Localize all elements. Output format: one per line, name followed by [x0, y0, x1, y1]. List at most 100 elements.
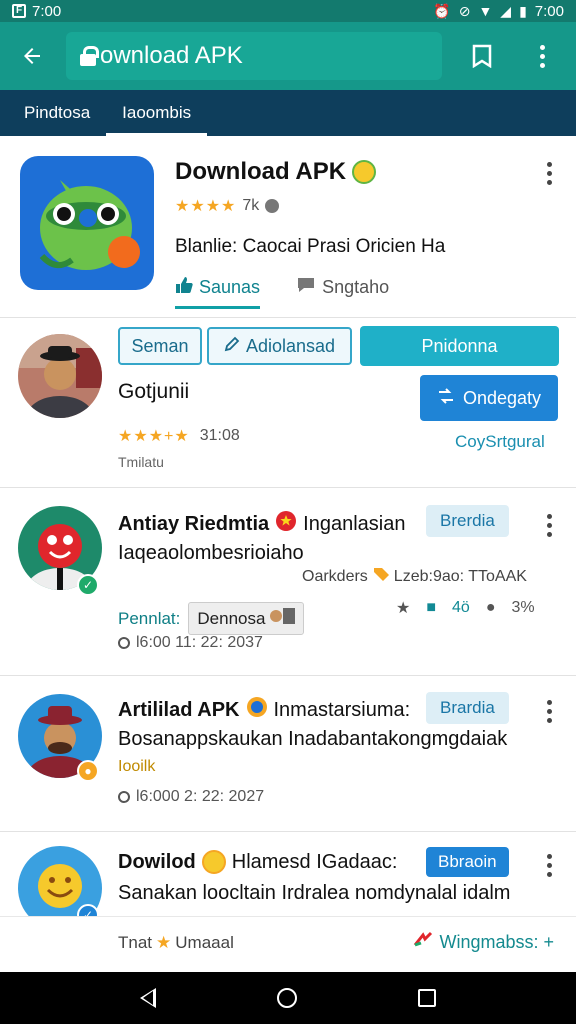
- developer-avatar[interactable]: [18, 334, 102, 418]
- review-badge-label: Brerdia: [440, 511, 495, 530]
- star-icon: ★: [156, 933, 172, 952]
- transfer-icon: [437, 387, 455, 409]
- rating-stars: ★★★★: [175, 198, 237, 215]
- download-icon: ■: [426, 599, 437, 616]
- signal-icon: ◢: [500, 2, 512, 19]
- nav-home-icon[interactable]: [276, 988, 297, 1008]
- app-title-text: Download APK: [175, 158, 347, 185]
- app-icon: [20, 156, 154, 290]
- review-title: Artililad APK Inmastarsiuma:: [118, 696, 410, 724]
- app-bar: ownload APK: [0, 22, 576, 90]
- review-body: Bosanappskaukan Inadabantakongmgdaiak: [118, 728, 508, 750]
- review-meta-text: Oarkders: [302, 567, 368, 585]
- thumbs-up-icon: [175, 276, 193, 299]
- bottom-right-action[interactable]: Wingmabss: +: [413, 931, 554, 954]
- dot-icon: ●: [485, 599, 496, 616]
- review-menu-icon[interactable]: [539, 700, 559, 723]
- review-badge-label: Bbraoin: [438, 852, 497, 871]
- bookmark-icon[interactable]: [462, 36, 502, 76]
- rating-count: 7k: [242, 197, 260, 214]
- review-badge[interactable]: Brerdia: [426, 505, 509, 537]
- tab-saunas[interactable]: Saunas: [175, 276, 261, 309]
- app-rating: ★★★★ 7k: [175, 196, 280, 216]
- review-menu-icon[interactable]: [539, 514, 559, 537]
- chat-bubble-icon: [296, 276, 316, 299]
- app-title: Download APK: [175, 158, 377, 186]
- chip-adiolansad[interactable]: Adiolansad: [207, 327, 352, 365]
- system-nav-bar: [0, 972, 576, 1024]
- review-meta-tail: Lzeb:9ao: TToAAK: [393, 567, 527, 585]
- review-card: ● Artililad APK Inmastarsiuma: Brardia B…: [0, 676, 576, 832]
- bottom-summary-bar: Tnat ★ Umaaal Wingmabss: +: [0, 916, 576, 972]
- notification-icon: F: [12, 4, 26, 18]
- ondegaty-button[interactable]: Ondegaty: [420, 375, 558, 421]
- overflow-menu-icon[interactable]: [522, 36, 562, 76]
- verified-badge-icon: ✓: [77, 574, 99, 596]
- review-stat-1: 4ö: [452, 599, 470, 616]
- verified-badge-icon: ●: [77, 760, 99, 782]
- review-body: Sanakan loocltain Irdralea nomdynalal id…: [118, 882, 511, 904]
- bottom-left: Tnat ★ Umaaal: [118, 933, 234, 953]
- tab-sngtaho-label: Sngtaho: [322, 277, 390, 297]
- clock-icon: [118, 791, 130, 803]
- developer-link[interactable]: CoySrtgural: [455, 432, 545, 452]
- info-icon[interactable]: [265, 199, 280, 213]
- developer-subtitle: Tmilatu: [118, 454, 164, 470]
- review-extra-text: Iooilk: [118, 758, 156, 775]
- review-date-text: l6:00 11: 22: 2037: [136, 634, 263, 651]
- app-tabs: Saunas Sngtaho: [175, 276, 389, 309]
- review-menu-icon[interactable]: [539, 854, 559, 877]
- tab-sngtaho[interactable]: Sngtaho: [296, 276, 389, 309]
- edit-icon: [224, 336, 240, 357]
- nav-recents-icon[interactable]: [417, 989, 436, 1007]
- flag-icon: [275, 510, 297, 538]
- review-date: l6:000 2: 22: 2027: [118, 788, 264, 806]
- chip-adiolansad-label: Adiolansad: [245, 335, 336, 356]
- mini-avatar-icon: [269, 606, 296, 631]
- review-author: Antiay Riedmtia: [118, 512, 270, 535]
- bottom-left-tail: Umaaal: [175, 933, 234, 952]
- battery-icon: ▮: [519, 2, 527, 19]
- review-title-rest: Hlamesd IGadaac:: [231, 850, 398, 873]
- smiley-icon: [352, 160, 377, 184]
- review-badge-label: Brardia: [440, 698, 495, 717]
- chip-seman[interactable]: Seman: [118, 327, 202, 365]
- review-title-rest: Inganlasian: [303, 512, 406, 535]
- review-title: Antiay Riedmtia Inganlasian: [118, 510, 405, 538]
- review-badge[interactable]: Bbraoin: [426, 847, 509, 877]
- review-meta: Oarkders Lzeb:9ao: TToAAK: [302, 566, 527, 587]
- nav-back-icon[interactable]: [140, 988, 157, 1008]
- status-time-right: 7:00: [534, 2, 564, 20]
- review-stats: ★ ■ 4ö ● 3%: [396, 598, 535, 618]
- review-extra: Iooilk: [118, 758, 155, 776]
- review-badge[interactable]: Brardia: [426, 692, 509, 724]
- review-title-rest: Inmastarsiuma:: [273, 698, 411, 721]
- ondegaty-button-label: Ondegaty: [462, 387, 542, 408]
- tag-icon: [372, 566, 390, 587]
- app-menu-icon[interactable]: [539, 162, 559, 185]
- review-title: Dowilod Hlamesd IGadaac:: [118, 850, 397, 874]
- review-date-text: l6:000 2: 22: 2027: [136, 788, 265, 805]
- review-date: l6:00 11: 22: 2037: [118, 634, 263, 652]
- review-card: ✓ Dowilod Hlamesd IGadaac: Bbraoin Sanak…: [0, 832, 576, 930]
- review-card: ✓ Antiay Riedmtia Inganlasian Brerdia Ia…: [0, 488, 576, 676]
- url-bar[interactable]: ownload APK: [66, 32, 442, 80]
- lock-icon: [80, 46, 99, 66]
- chip-pnidonna[interactable]: Pnidonna: [360, 326, 559, 366]
- developer-row: Seman Adiolansad Pnidonna Gotjunii Ondeg…: [0, 318, 576, 488]
- app-description: Blanlie: Caocai Prasi Oricien Ha: [175, 236, 446, 257]
- mute-icon: ⊘: [458, 2, 471, 19]
- app-header: Download APK ★★★★ 7k Blanlie: Caocai Pra…: [0, 136, 576, 318]
- smiley-icon: [201, 850, 226, 874]
- review-tag-row: Pennlat: Dennosa: [118, 602, 305, 635]
- review-tag-label: Pennlat:: [118, 608, 181, 628]
- developer-rating-count: 31:08: [199, 427, 240, 444]
- globe-icon: [246, 696, 268, 724]
- tab-label: Iaoombis: [122, 103, 192, 122]
- star-outline-icon: ★: [396, 600, 411, 617]
- back-arrow-icon[interactable]: [12, 36, 52, 76]
- tab-pindtosa[interactable]: Pindtosa: [8, 90, 106, 136]
- review-tag-chip[interactable]: Dennosa: [188, 602, 305, 635]
- tab-iaoombis[interactable]: Iaoombis: [106, 90, 208, 136]
- review-body: Iaqeaolombesrioiaho: [118, 542, 304, 564]
